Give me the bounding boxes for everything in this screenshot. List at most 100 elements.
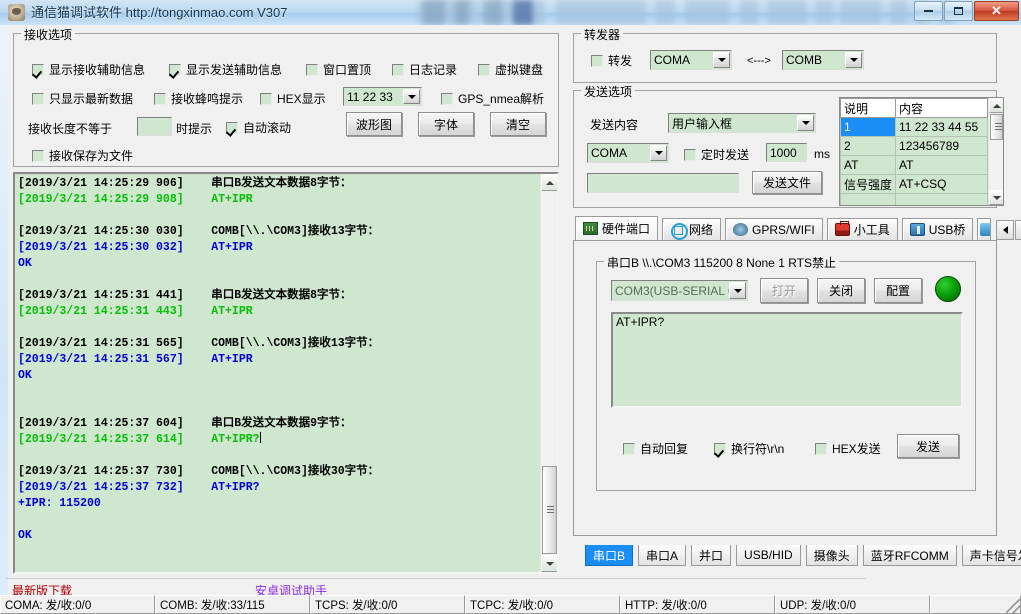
checkbox-gps-nmea[interactable]: GPS_nmea解析 xyxy=(441,90,544,107)
scroll-down-arrow[interactable] xyxy=(989,190,1003,205)
hardware-tabs[interactable]: 硬件端口 网络 GPRS/WIFI 小工具 USB桥 xyxy=(575,216,1021,240)
receive-options-legend: 接收选项 xyxy=(21,26,76,43)
tabs-scroll-left-button[interactable] xyxy=(996,220,1015,240)
send-file-path-input[interactable] xyxy=(587,173,739,193)
checkbox-append-newline[interactable]: 换行符\r\n xyxy=(714,440,784,457)
scroll-up-arrow[interactable] xyxy=(541,174,557,191)
column-header: 说明 xyxy=(840,98,897,118)
font-button[interactable]: 字体 xyxy=(418,112,474,136)
close-button[interactable]: ✕ xyxy=(974,1,1019,21)
checkbox-log-record[interactable]: 日志记录 xyxy=(392,61,457,78)
device-tab-并口[interactable]: 并口 xyxy=(691,545,732,566)
log-line: [2019/3/21 14:25:37 614] AT+IPR? xyxy=(18,432,261,446)
forwarder-group: 转发器 转发 COMA <---> COMB xyxy=(573,26,997,83)
table-row[interactable]: 2 123456789 xyxy=(840,136,988,156)
log-scrollbar[interactable] xyxy=(540,174,557,572)
length-alert-input[interactable] xyxy=(137,117,172,136)
window-left-edge xyxy=(0,25,8,614)
send-port-combo[interactable]: COMA xyxy=(587,143,669,163)
quick-list-scrollbar[interactable] xyxy=(988,98,1003,205)
send-text-value: AT+IPR? xyxy=(616,315,665,329)
send-content-label: 发送内容 xyxy=(590,118,639,132)
device-tabs[interactable]: 串口B 串口A 并口 USB/HID 摄像头 蓝牙RFCOMM 声卡信号发 xyxy=(585,545,1021,566)
checkbox-forward-enable[interactable]: 转发 xyxy=(591,52,632,69)
status-tcps: TCPS: 发/收:0/0 xyxy=(310,595,465,614)
tab-网络[interactable]: 网络 xyxy=(662,218,722,240)
checkbox-auto-scroll[interactable]: 自动滚动 xyxy=(226,119,291,136)
device-tab-蓝牙RFCOMM[interactable]: 蓝牙RFCOMM xyxy=(862,545,957,566)
checkbox-hex-send[interactable]: HEX发送 xyxy=(815,440,881,457)
checkbox-save-to-file[interactable]: 接收保存为文件 xyxy=(32,147,133,164)
table-row[interactable] xyxy=(840,193,988,205)
window-controls: ✕ xyxy=(914,1,1019,21)
send-file-button[interactable]: 发送文件 xyxy=(752,171,822,194)
receive-log-area[interactable]: [2019/3/21 14:25:29 906] 串口B发送文本数据8字节： [2… xyxy=(13,172,559,574)
tab-硬件端口[interactable]: 硬件端口 xyxy=(575,216,659,240)
checkbox-box xyxy=(260,92,272,105)
log-line: [2019/3/21 14:25:31 443] AT+IPR xyxy=(18,305,253,318)
chevron-down-icon[interactable] xyxy=(713,52,730,68)
send-button[interactable]: 发送 xyxy=(897,434,959,458)
table-row[interactable]: 1 11 22 33 44 55 xyxy=(840,117,988,137)
open-port-button[interactable]: 打开 xyxy=(760,278,808,303)
log-line: [2019/3/21 14:25:30 030] COMB[\\.\COM3]接… xyxy=(18,225,380,238)
partial-tab-icon xyxy=(980,223,991,236)
scrollbar-thumb[interactable] xyxy=(542,466,557,554)
tab-GPRS/WIFI[interactable]: GPRS/WIFI xyxy=(725,218,823,240)
checkbox-show-receive-aux[interactable]: 显示接收辅助信息 xyxy=(32,61,145,78)
send-text-input[interactable]: AT+IPR? xyxy=(611,312,963,408)
network-icon xyxy=(670,223,689,240)
forwarder-target-combo[interactable]: COMB xyxy=(782,50,864,70)
scrollbar-thumb[interactable] xyxy=(990,114,1003,140)
device-tab-串口B[interactable]: 串口B xyxy=(585,545,634,566)
chevron-down-icon[interactable] xyxy=(403,89,420,104)
quick-send-list[interactable]: 说明 内容 1 11 22 33 44 55 2 123456789 AT AT 信号强度 AT+… xyxy=(839,97,1004,206)
tabs-scroll-right-button[interactable] xyxy=(1015,220,1021,240)
forwarder-source-combo[interactable]: COMA xyxy=(650,50,732,70)
scroll-down-arrow[interactable] xyxy=(541,555,557,572)
checkbox-box xyxy=(684,148,696,161)
tab-USB桥[interactable]: USB桥 xyxy=(901,218,974,240)
device-tab-USB/HID[interactable]: USB/HID xyxy=(736,545,801,566)
waveform-button[interactable]: 波形图 xyxy=(346,112,402,136)
minimize-button[interactable] xyxy=(914,1,943,21)
checkbox-hex-display[interactable]: HEX显示 xyxy=(260,90,326,107)
tab-partial-next[interactable] xyxy=(977,218,992,240)
hex-format-combo[interactable]: 11 22 33 xyxy=(343,87,422,106)
send-content-source-combo[interactable]: 用户输入框 xyxy=(668,113,816,133)
log-line: OK xyxy=(18,369,32,382)
checkbox-auto-reply[interactable]: 自动回复 xyxy=(623,440,688,457)
checkbox-virtual-keyboard[interactable]: 虚拟键盘 xyxy=(478,61,543,78)
send-interval-input[interactable] xyxy=(766,143,807,162)
checkbox-show-send-aux[interactable]: 显示发送辅助信息 xyxy=(169,61,282,78)
table-row[interactable]: 信号强度 AT+CSQ xyxy=(840,174,988,194)
tab-小工具[interactable]: 小工具 xyxy=(826,218,898,240)
config-port-button[interactable]: 配置 xyxy=(874,278,922,303)
quick-item-name: 信号强度 xyxy=(840,174,897,194)
chevron-down-icon[interactable] xyxy=(650,145,667,161)
checkbox-latest-only[interactable]: 只显示最新数据 xyxy=(32,90,133,107)
checkbox-timed-send[interactable]: 定时发送 xyxy=(684,146,749,163)
maximize-button[interactable] xyxy=(944,1,973,21)
device-tab-摄像头[interactable]: 摄像头 xyxy=(805,545,858,566)
checkbox-box xyxy=(32,63,44,76)
quick-item-content: AT xyxy=(895,155,988,175)
chevron-down-icon[interactable] xyxy=(797,115,814,131)
scroll-up-arrow[interactable] xyxy=(989,98,1003,113)
close-port-button[interactable]: 关闭 xyxy=(817,278,865,303)
device-tab-串口A[interactable]: 串口A xyxy=(638,545,687,566)
table-row[interactable]: AT AT xyxy=(840,155,988,175)
checkbox-always-on-top[interactable]: 窗口置顶 xyxy=(306,61,371,78)
clear-button[interactable]: 清空 xyxy=(490,112,546,136)
text-cursor xyxy=(259,432,261,443)
chevron-down-icon[interactable] xyxy=(729,282,746,299)
chevron-down-icon[interactable] xyxy=(845,52,862,68)
checkbox-box xyxy=(306,63,318,76)
resize-grip-icon[interactable] xyxy=(1006,599,1020,613)
device-tab-声卡信号发[interactable]: 声卡信号发 xyxy=(961,545,1021,566)
checkbox-receive-beep[interactable]: 接收蜂鸣提示 xyxy=(154,90,243,107)
serial-port-select[interactable]: COM3(USB-SERIAL CH xyxy=(611,280,748,301)
